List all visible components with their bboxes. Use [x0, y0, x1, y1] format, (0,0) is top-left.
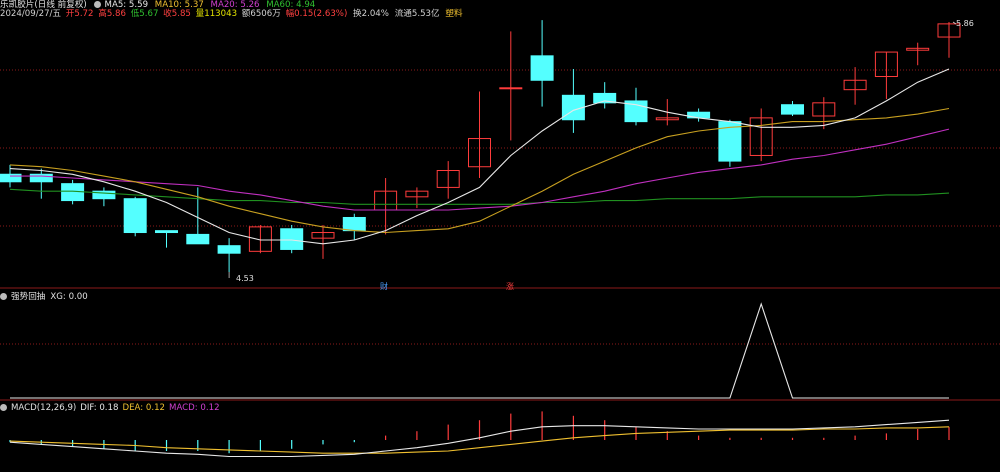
change: 幅0.15(2.63%): [285, 9, 348, 19]
close-price: 收5.85: [163, 9, 191, 19]
macd-dea: DEA: 0.12: [122, 403, 166, 413]
indicator1-header: 强势回抽 XG: 0.00: [0, 292, 88, 302]
low-price: 低5.67: [130, 9, 159, 19]
macd-gear-icon[interactable]: [0, 404, 7, 411]
candle-body: [781, 104, 804, 115]
macd-value: MACD: 0.12: [169, 403, 220, 413]
candle-body: [155, 230, 178, 234]
indicator1-gear-icon[interactable]: [0, 293, 7, 300]
open-price: 开5.72: [65, 9, 94, 19]
candle-body: [186, 233, 210, 245]
high-price: 高5.86: [98, 9, 126, 19]
candle-body: [123, 198, 147, 234]
turnover: 换2.04%: [353, 9, 389, 19]
settings-gear-icon[interactable]: [93, 1, 101, 8]
indicator1-value: XG: 0.00: [50, 292, 88, 302]
sector-tag[interactable]: 塑料: [445, 9, 462, 19]
limit-up-event-tag[interactable]: 涨: [506, 281, 514, 292]
macd-dif: DIF: 0.18: [80, 403, 119, 413]
candle-body: [280, 228, 304, 250]
indicator1-title: 强势回抽: [11, 292, 46, 302]
xg-line: [10, 302, 949, 399]
financial-event-tag[interactable]: 财: [380, 281, 388, 292]
chart-header-row2: 2024/09/27/五 开5.72 高5.86 低5.67 收5.85 量11…: [0, 9, 467, 19]
candle-body: [0, 173, 22, 183]
candle-body: [29, 173, 53, 183]
date-label: 2024/09/27/五: [0, 9, 62, 19]
candle-body: [499, 87, 523, 90]
candle-body: [530, 55, 554, 81]
stock-chart-canvas[interactable]: [0, 0, 1000, 472]
float-cap: 流通5.53亿: [394, 9, 440, 19]
candle-body: [342, 216, 366, 232]
high-price-marker: 5.86: [956, 19, 974, 28]
macd-title: MACD(12,26,9): [11, 403, 77, 413]
candle-body: [217, 245, 241, 254]
low-price-marker: 4.53: [236, 274, 254, 283]
volume: 量113043: [195, 9, 238, 19]
amount: 额6506万: [241, 9, 281, 19]
indicator2-header: MACD(12,26,9) DIF: 0.18 DEA: 0.12 MACD: 0.1…: [0, 403, 220, 413]
